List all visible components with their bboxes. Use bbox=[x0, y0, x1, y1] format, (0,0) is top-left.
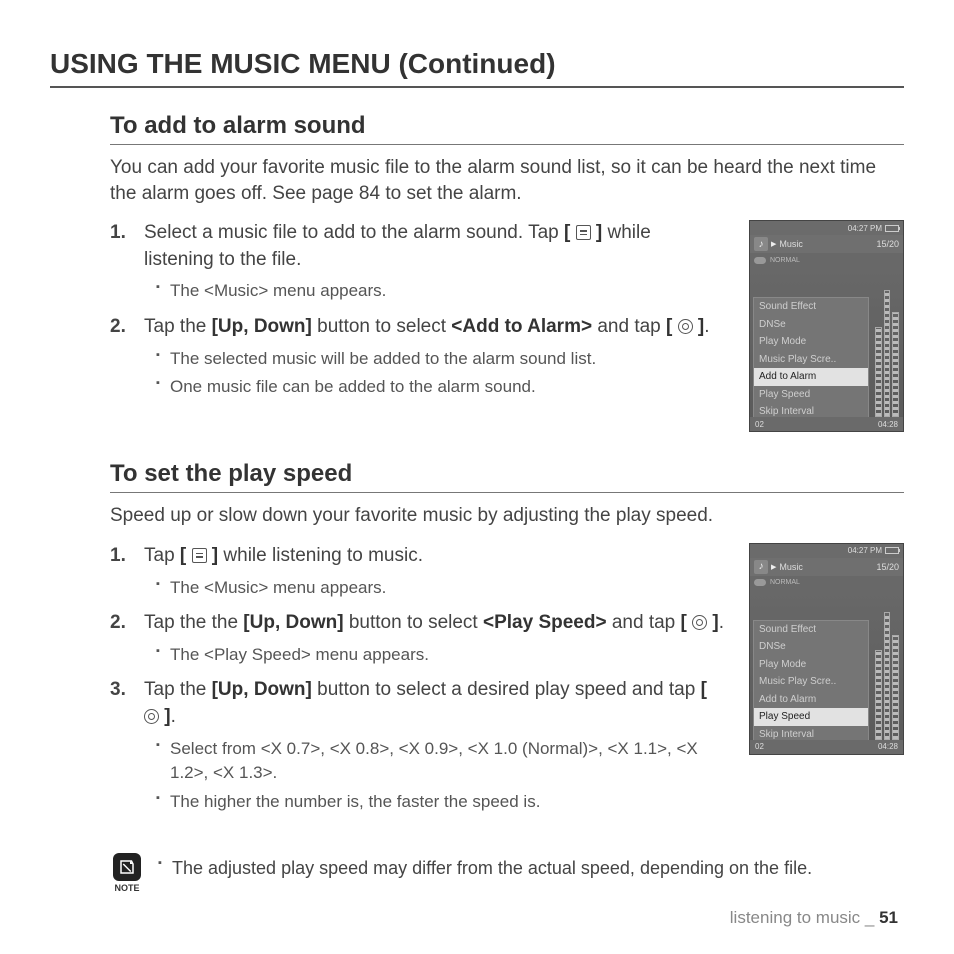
step2-bold-d: <Add to Alarm> bbox=[451, 316, 592, 337]
note-badge: NOTE bbox=[110, 853, 144, 893]
section-heading-speed: To set the play speed bbox=[110, 460, 904, 493]
intro-alarm: You can add your favorite music file to … bbox=[110, 155, 904, 206]
dev-clock: 04:27 PM bbox=[848, 546, 882, 555]
dev-time-left: 02 bbox=[755, 420, 764, 429]
mode-pill-icon bbox=[754, 257, 766, 264]
menu-item: Play Mode bbox=[754, 333, 868, 351]
step-1: 1. Select a music file to add to the ala… bbox=[110, 220, 725, 304]
step1-text-a: Select a music file to add to the alarm … bbox=[144, 222, 564, 243]
note-label: NOTE bbox=[114, 883, 139, 893]
dev-title: Music bbox=[779, 239, 803, 249]
s2-step2-e: and tap bbox=[607, 612, 681, 633]
menu-icon bbox=[576, 225, 591, 240]
note-text: The adjusted play speed may differ from … bbox=[158, 855, 904, 881]
menu-item: DNSe bbox=[754, 638, 868, 656]
content-column: To add to alarm sound You can add your f… bbox=[50, 112, 904, 893]
intro-speed: Speed up or slow down your favorite musi… bbox=[110, 503, 904, 529]
s2-step1-a: Tap bbox=[144, 545, 180, 566]
select-icon bbox=[692, 615, 707, 630]
menu-item-selected: Play Speed bbox=[754, 708, 868, 726]
s2-step2-a: Tap the the bbox=[144, 612, 243, 633]
s2-step2-sub1: The <Play Speed> menu appears. bbox=[156, 643, 725, 668]
battery-icon bbox=[885, 547, 899, 554]
dev-time-left: 02 bbox=[755, 742, 764, 751]
music-icon bbox=[754, 560, 768, 574]
mode-pill-icon bbox=[754, 579, 766, 586]
steps-alarm: 1. Select a music file to add to the ala… bbox=[110, 220, 725, 400]
play-arrow-icon: ▶ bbox=[771, 563, 776, 571]
footer: listening to music _ 51 bbox=[730, 908, 898, 928]
s2-step2-b: [Up, Down] bbox=[243, 612, 343, 633]
dev-mode: NORMAL bbox=[770, 257, 800, 264]
equalizer-bars bbox=[875, 590, 899, 740]
play-arrow-icon: ▶ bbox=[771, 240, 776, 248]
s2-step3-sub1: Select from <X 0.7>, <X 0.8>, <X 0.9>, <… bbox=[156, 737, 725, 786]
step2-sub1: The selected music will be added to the … bbox=[156, 347, 725, 372]
s2-step2-d: <Play Speed> bbox=[483, 612, 607, 633]
dev-menu-alarm: Sound Effect DNSe Play Mode Music Play S… bbox=[753, 297, 869, 422]
dev-menu-speed: Sound Effect DNSe Play Mode Music Play S… bbox=[753, 620, 869, 745]
footer-section: listening to music _ bbox=[730, 908, 879, 927]
steps-speed: 1. Tap [ ] while listening to music. The… bbox=[110, 543, 725, 815]
select-icon bbox=[144, 709, 159, 724]
s2-step3-sub2: The higher the number is, the faster the… bbox=[156, 790, 725, 815]
menu-item: Music Play Scre.. bbox=[754, 673, 868, 691]
equalizer-bars bbox=[875, 267, 899, 417]
note-icon bbox=[113, 853, 141, 881]
music-icon bbox=[754, 237, 768, 251]
select-icon bbox=[678, 319, 693, 334]
dev-clock: 04:27 PM bbox=[848, 224, 882, 233]
step2-text-c: button to select bbox=[312, 316, 451, 337]
menu-item-selected: Add to Alarm bbox=[754, 368, 868, 386]
s2-step3-c: button to select a desired play speed an… bbox=[312, 679, 701, 700]
menu-item: Sound Effect bbox=[754, 298, 868, 316]
note-row: NOTE The adjusted play speed may differ … bbox=[110, 853, 904, 893]
page-title: USING THE MUSIC MENU (Continued) bbox=[50, 48, 904, 88]
step-2: 2. Tap the the [Up, Down] button to sele… bbox=[110, 610, 725, 667]
menu-icon bbox=[192, 548, 207, 563]
s2-step3-b: [Up, Down] bbox=[212, 679, 312, 700]
battery-icon bbox=[885, 225, 899, 232]
s2-step1-b: while listening to music. bbox=[218, 545, 423, 566]
step-3: 3. Tap the [Up, Down] button to select a… bbox=[110, 677, 725, 814]
dev-time-right: 04:28 bbox=[878, 742, 898, 751]
menu-item: DNSe bbox=[754, 316, 868, 334]
dev-mode: NORMAL bbox=[770, 579, 800, 586]
dev-counter: 15/20 bbox=[876, 562, 899, 572]
dev-title: Music bbox=[779, 562, 803, 572]
step2-text-e: and tap bbox=[592, 316, 666, 337]
menu-item: Music Play Scre.. bbox=[754, 351, 868, 369]
step2-sub2: One music file can be added to the alarm… bbox=[156, 375, 725, 400]
step2-bold-b: [Up, Down] bbox=[212, 316, 312, 337]
step2-text-a: Tap the bbox=[144, 316, 212, 337]
dev-counter: 15/20 bbox=[876, 239, 899, 249]
device-screenshot-speed: 04:27 PM ▶ Music 15/20 NORMAL bbox=[749, 543, 904, 755]
step-2: 2. Tap the [Up, Down] button to select <… bbox=[110, 314, 725, 400]
menu-item: Sound Effect bbox=[754, 621, 868, 639]
step1-sub1: The <Music> menu appears. bbox=[156, 279, 725, 304]
menu-item: Add to Alarm bbox=[754, 691, 868, 709]
s2-step2-c: button to select bbox=[344, 612, 483, 633]
s2-step1-sub1: The <Music> menu appears. bbox=[156, 576, 725, 601]
menu-item: Play Speed bbox=[754, 386, 868, 404]
menu-item: Play Mode bbox=[754, 656, 868, 674]
footer-page: 51 bbox=[879, 908, 898, 927]
section-heading-alarm: To add to alarm sound bbox=[110, 112, 904, 145]
section-alarm-row: 1. Select a music file to add to the ala… bbox=[110, 220, 904, 432]
section-speed-row: 1. Tap [ ] while listening to music. The… bbox=[110, 543, 904, 825]
step-1: 1. Tap [ ] while listening to music. The… bbox=[110, 543, 725, 600]
dev-time-right: 04:28 bbox=[878, 420, 898, 429]
device-screenshot-alarm: 04:27 PM ▶ Music 15/20 NORMAL bbox=[749, 220, 904, 432]
s2-step3-a: Tap the bbox=[144, 679, 212, 700]
